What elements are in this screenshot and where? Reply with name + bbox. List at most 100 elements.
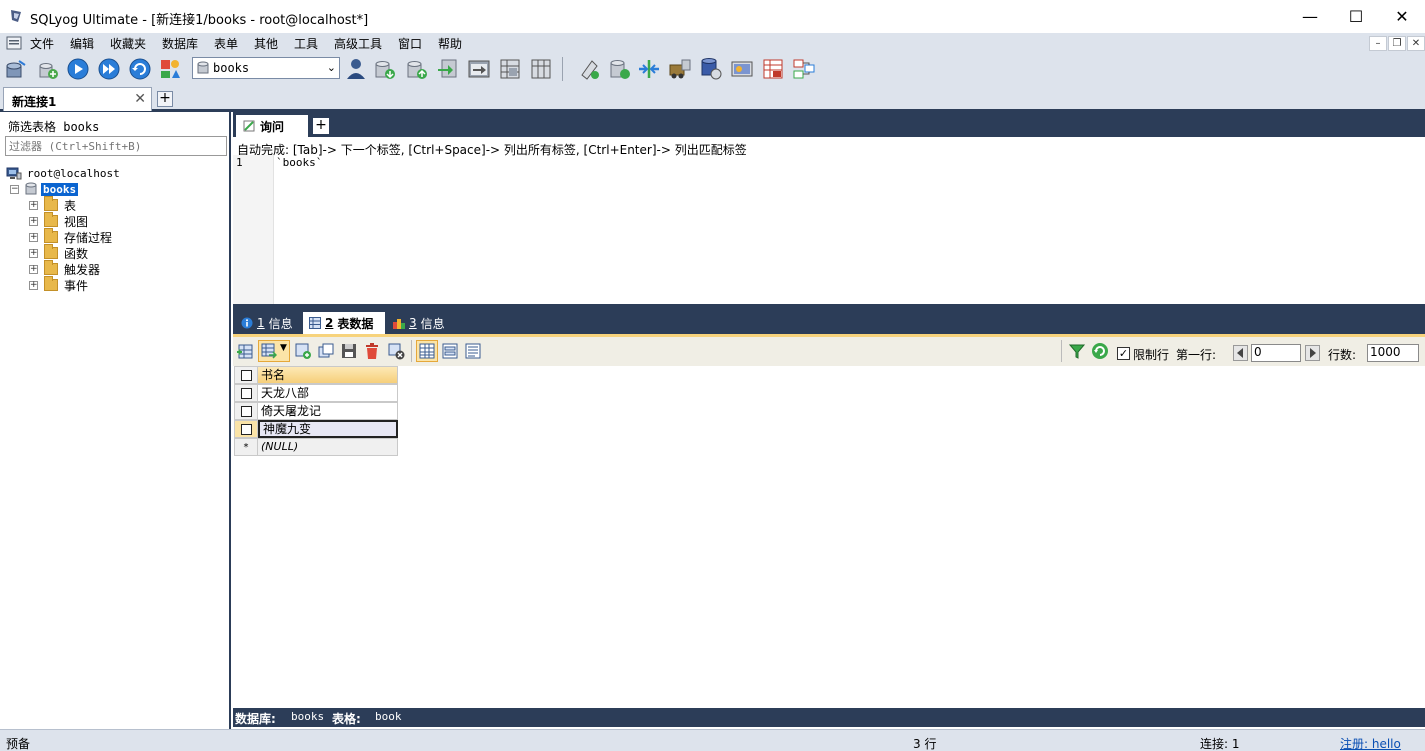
row-checkbox[interactable]: [234, 402, 258, 420]
tree-folder-views[interactable]: + 视图: [29, 212, 88, 229]
close-icon[interactable]: ✕: [134, 91, 146, 107]
expand-icon[interactable]: +: [29, 248, 38, 258]
query-builder-icon[interactable]: [577, 57, 601, 81]
limit-rows-checkbox[interactable]: ✓: [1117, 347, 1130, 360]
tree-folder-events[interactable]: + 事件: [29, 276, 89, 293]
menu-window[interactable]: 窗口: [398, 35, 422, 52]
restore-icon[interactable]: [405, 57, 429, 81]
table-row[interactable]: 天龙八部: [234, 384, 398, 402]
menu-edit[interactable]: 编辑: [70, 35, 94, 52]
grid-view-button[interactable]: [416, 340, 438, 362]
refresh-icon[interactable]: [1091, 342, 1109, 360]
next-page-button[interactable]: [1305, 345, 1320, 361]
menu-file[interactable]: 文件: [30, 35, 54, 52]
export-dropdown-button[interactable]: ▼: [258, 340, 290, 362]
row-checkbox[interactable]: [234, 420, 258, 438]
duplicate-row-icon[interactable]: [317, 342, 335, 360]
menu-other[interactable]: 其他: [254, 35, 278, 52]
schema-designer-icon[interactable]: [608, 57, 632, 81]
backup-icon[interactable]: [373, 57, 397, 81]
table-cell[interactable]: 天龙八部: [258, 384, 398, 402]
tree-folder-tables[interactable]: + 表: [29, 196, 76, 213]
editor-splitter[interactable]: [233, 304, 1425, 312]
expand-icon[interactable]: +: [29, 216, 38, 226]
null-cell[interactable]: (NULL): [258, 438, 398, 456]
table-cell[interactable]: 神魔九变: [258, 420, 398, 438]
mdi-restore-button[interactable]: ❐: [1388, 36, 1406, 51]
tree-folder-label: 事件: [64, 278, 89, 293]
expand-icon[interactable]: +: [29, 280, 38, 290]
new-row[interactable]: * (NULL): [234, 438, 398, 456]
maximize-button[interactable]: ☐: [1333, 0, 1379, 33]
select-all-checkbox[interactable]: [234, 366, 258, 384]
tree-folder-procedures[interactable]: + 存储过程: [29, 228, 112, 245]
schema-icon[interactable]: [158, 57, 182, 81]
migration-icon[interactable]: [792, 57, 816, 81]
minimize-button[interactable]: —: [1287, 0, 1333, 33]
tree-folder-triggers[interactable]: + 触发器: [29, 260, 100, 277]
cancel-changes-icon[interactable]: [387, 342, 405, 360]
table-cell[interactable]: 倚天屠龙记: [258, 402, 398, 420]
tab-result-table-data[interactable]: 2 表数据: [303, 312, 385, 334]
filter-input[interactable]: [5, 136, 227, 156]
notification-icon[interactable]: [730, 57, 754, 81]
add-query-tab-button[interactable]: +: [313, 118, 329, 134]
close-window-button[interactable]: ✕: [1379, 0, 1425, 33]
system-menu-icon[interactable]: [6, 36, 22, 50]
data-sync-icon[interactable]: [529, 57, 553, 81]
delete-icon[interactable]: [363, 342, 381, 360]
table-label: 表格:: [332, 712, 361, 726]
scheduled-job-icon[interactable]: [699, 57, 723, 81]
menu-help[interactable]: 帮助: [438, 35, 462, 52]
new-connection-icon[interactable]: [36, 57, 60, 81]
expand-icon[interactable]: +: [29, 232, 38, 242]
refresh-icon[interactable]: [128, 57, 152, 81]
expand-icon[interactable]: +: [29, 264, 38, 274]
user-manager-icon[interactable]: [344, 57, 368, 81]
add-column-icon[interactable]: [294, 342, 312, 360]
first-row-input[interactable]: 0: [1251, 344, 1301, 362]
row-checkbox[interactable]: [234, 384, 258, 402]
menu-table[interactable]: 表单: [214, 35, 238, 52]
tab-connection-1[interactable]: 新连接1 ✕: [3, 87, 152, 111]
table-row[interactable]: 倚天屠龙记: [234, 402, 398, 420]
save-icon[interactable]: [340, 342, 358, 360]
expand-icon[interactable]: +: [29, 200, 38, 210]
query-editor[interactable]: 自动完成: [Tab]-> 下一个标签, [Ctrl+Space]-> 列出所有…: [233, 137, 1425, 304]
collapse-icon[interactable]: −: [10, 184, 19, 194]
menu-favorites[interactable]: 收藏夹: [110, 35, 146, 52]
menu-advanced-tools[interactable]: 高级工具: [334, 35, 382, 52]
tree-host[interactable]: root@localhost: [6, 165, 120, 181]
data-compare-icon[interactable]: [668, 57, 692, 81]
mdi-minimize-button[interactable]: –: [1369, 36, 1387, 51]
database-select[interactable]: books ⌄: [192, 57, 340, 79]
report-icon[interactable]: [761, 57, 785, 81]
add-connection-tab-button[interactable]: +: [157, 91, 173, 107]
sql-text[interactable]: `books`: [276, 156, 322, 169]
sql-editor-icon[interactable]: [637, 57, 661, 81]
insert-row-icon[interactable]: [236, 342, 254, 360]
registration-link[interactable]: 注册: hello: [1340, 735, 1401, 751]
column-header[interactable]: 书名: [258, 366, 398, 384]
text-view-icon[interactable]: [464, 342, 482, 360]
previous-page-button[interactable]: [1233, 345, 1248, 361]
table-row-selected[interactable]: 神魔九变: [234, 420, 398, 438]
tab-result-messages[interactable]: 1 信息: [235, 312, 301, 334]
menu-tools[interactable]: 工具: [294, 35, 318, 52]
execute-all-icon[interactable]: [97, 57, 121, 81]
tab-number: 2: [325, 316, 334, 330]
form-view-icon[interactable]: [441, 342, 459, 360]
connect-icon[interactable]: [4, 57, 28, 81]
row-count-input[interactable]: 1000: [1367, 344, 1419, 362]
copy-db-icon[interactable]: [467, 57, 491, 81]
menu-database[interactable]: 数据库: [162, 35, 198, 52]
filter-icon[interactable]: [1068, 342, 1086, 360]
tab-query[interactable]: 询问: [236, 115, 308, 137]
execute-query-icon[interactable]: [66, 57, 90, 81]
tree-database[interactable]: − books: [10, 181, 79, 197]
mdi-close-button[interactable]: ✕: [1407, 36, 1425, 51]
import-icon[interactable]: [436, 57, 460, 81]
tab-result-info[interactable]: 3 信息: [387, 312, 453, 334]
schema-sync-icon[interactable]: [498, 57, 522, 81]
tree-folder-functions[interactable]: + 函数: [29, 244, 88, 261]
